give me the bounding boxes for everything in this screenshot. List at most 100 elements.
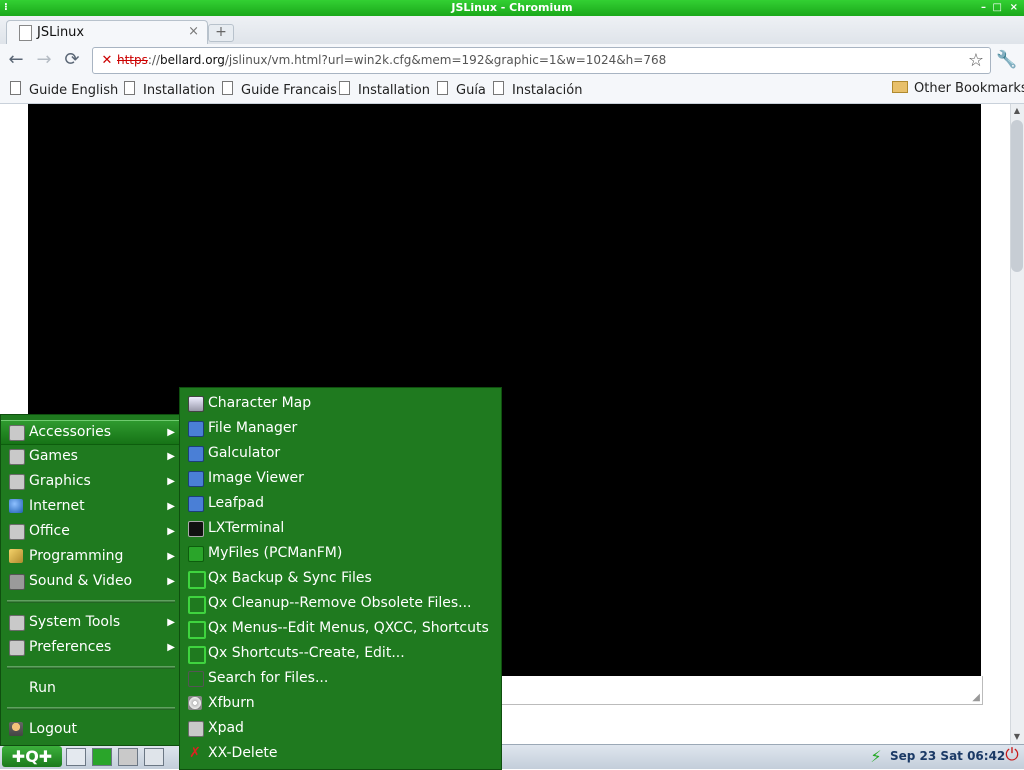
submenu-item-xx-delete[interactable]: ✗ XX-Delete xyxy=(180,741,501,765)
address-bar[interactable]: ✕ https://bellard.org/jslinux/vm.html?ur… xyxy=(92,47,991,74)
url-scheme: https xyxy=(117,53,148,67)
menu-item-sound-video[interactable]: Sound & Video ▶ xyxy=(1,570,179,593)
bookmark-installation-2[interactable]: Installation xyxy=(339,81,430,98)
clock[interactable]: Sep 23 Sat 06:42 xyxy=(890,749,1005,763)
gear-icon xyxy=(9,449,25,465)
new-tab-button[interactable]: + xyxy=(208,24,234,42)
bookmark-guide-francais[interactable]: Guide Francais xyxy=(222,81,337,98)
url-path: /jslinux/vm.html?url=win2k.cfg&mem=192&g… xyxy=(224,53,667,67)
submenu-item-galculator[interactable]: Galculator xyxy=(180,441,501,465)
wrench-menu-icon[interactable]: 🔧 xyxy=(996,49,1018,71)
submenu-item-image-viewer[interactable]: Image Viewer xyxy=(180,466,501,490)
menu-item-programming[interactable]: Programming ▶ xyxy=(1,545,179,568)
submenu-item-label: Image Viewer xyxy=(208,470,304,486)
submenu-item-qx-backup[interactable]: Qx Backup & Sync Files xyxy=(180,566,501,590)
page-icon xyxy=(10,81,21,95)
close-tab-icon[interactable]: × xyxy=(188,24,199,39)
url-separator: :// xyxy=(147,53,161,67)
menu-item-games[interactable]: Games ▶ xyxy=(1,445,179,468)
bookmark-label: Guide Francais xyxy=(241,83,337,98)
image-viewer-icon xyxy=(188,471,204,487)
bookmark-label: Installation xyxy=(143,83,216,98)
submenu-arrow-icon: ▶ xyxy=(167,501,175,512)
globe-icon xyxy=(9,499,23,513)
submenu-item-xpad[interactable]: Xpad xyxy=(180,716,501,740)
bookmark-instalacion[interactable]: Instalación xyxy=(493,81,582,98)
bookmark-installation[interactable]: Installation xyxy=(124,81,215,98)
submenu-item-qx-menus[interactable]: Qx Menus--Edit Menus, QXCC, Shortcuts xyxy=(180,616,501,640)
bookmark-label: Installation xyxy=(358,83,431,98)
menu-item-preferences[interactable]: Preferences ▶ xyxy=(1,636,179,659)
submenu-item-label: Leafpad xyxy=(208,495,265,511)
submenu-item-label: LXTerminal xyxy=(208,520,285,536)
forward-button[interactable]: → xyxy=(32,48,56,72)
scroll-down-icon[interactable]: ▼ xyxy=(1011,732,1023,741)
window-menu-icon[interactable]: ⁝ xyxy=(4,0,8,16)
other-bookmarks[interactable]: Other Bookmarks xyxy=(892,81,1024,96)
submenu-item-qx-shortcuts[interactable]: Qx Shortcuts--Create, Edit... xyxy=(180,641,501,665)
submenu-item-label: Qx Shortcuts--Create, Edit... xyxy=(208,645,405,661)
submenu-item-lxterminal[interactable]: LXTerminal xyxy=(180,516,501,540)
folder-icon xyxy=(188,546,204,562)
bookmark-guia[interactable]: Guía xyxy=(437,81,486,98)
delete-icon: ✗ xyxy=(189,745,201,761)
submenu-item-label: Xpad xyxy=(208,720,244,736)
menu-item-internet[interactable]: Internet ▶ xyxy=(1,495,179,518)
bookmark-label: Instalación xyxy=(512,83,583,98)
menu-item-graphics[interactable]: Graphics ▶ xyxy=(1,470,179,493)
submenu-item-leafpad[interactable]: Leafpad xyxy=(180,491,501,515)
ssl-error-icon[interactable]: ✕ xyxy=(99,53,115,69)
start-menu-button[interactable]: ✚Q✚ xyxy=(2,746,62,767)
submenu-item-qx-cleanup[interactable]: Qx Cleanup--Remove Obsolete Files... xyxy=(180,591,501,615)
reload-button[interactable]: ⟳ xyxy=(60,48,84,72)
scrollbar-thumb[interactable] xyxy=(1011,120,1023,272)
resize-grip-icon[interactable]: ◢ xyxy=(972,692,980,703)
search-icon xyxy=(188,671,204,687)
menu-item-office[interactable]: Office ▶ xyxy=(1,520,179,543)
menu-item-logout[interactable]: Logout xyxy=(1,718,179,741)
page-icon xyxy=(493,81,504,95)
back-button[interactable]: ← xyxy=(4,48,28,72)
leafpad-icon xyxy=(188,496,204,512)
network-icon[interactable]: ⚡ xyxy=(866,747,886,766)
submenu-item-character-map[interactable]: Character Map xyxy=(180,391,501,415)
show-desktop-icon[interactable] xyxy=(66,748,86,766)
submenu-item-label: Galculator xyxy=(208,445,281,461)
submenu-item-label: Qx Cleanup--Remove Obsolete Files... xyxy=(208,595,472,611)
media-icon xyxy=(9,574,25,590)
menu-item-system-tools[interactable]: System Tools ▶ xyxy=(1,611,179,634)
submenu-arrow-icon: ▶ xyxy=(167,427,175,438)
power-icon[interactable]: ⏻ xyxy=(1002,745,1022,765)
gear-icon xyxy=(9,615,25,631)
submenu-item-file-manager[interactable]: File Manager xyxy=(180,416,501,440)
submenu-arrow-icon: ▶ xyxy=(167,551,175,562)
xpad-icon xyxy=(188,721,204,737)
menu-item-label: Preferences xyxy=(29,639,112,655)
page-icon xyxy=(222,81,233,95)
url-text[interactable]: https://bellard.org/jslinux/vm.html?url=… xyxy=(117,53,666,67)
close-window-icon[interactable]: × xyxy=(1010,0,1018,16)
submenu-item-search-files[interactable]: Search for Files... xyxy=(180,666,501,690)
menu-item-accessories[interactable]: Accessories ▶ xyxy=(1,420,179,445)
maximize-icon[interactable]: □ xyxy=(993,0,1002,16)
tools-icon xyxy=(9,640,25,656)
bookmark-star-icon[interactable]: ☆ xyxy=(968,50,984,71)
bookmark-guide-english[interactable]: Guide English xyxy=(10,81,118,98)
bookmark-label: Guía xyxy=(456,83,486,98)
qx-icon xyxy=(188,571,206,589)
qx-icon xyxy=(188,596,206,614)
window-title-bar[interactable]: JSLinux - Chromium ⁝ – □ × xyxy=(0,0,1024,16)
menu-item-run[interactable]: Run xyxy=(1,677,179,700)
scroll-up-icon[interactable]: ▲ xyxy=(1011,106,1023,115)
settings-launcher-icon[interactable] xyxy=(118,748,138,766)
qx-icon xyxy=(188,646,206,664)
submenu-item-label: MyFiles (PCManFM) xyxy=(208,545,343,561)
menu-item-label: Sound & Video xyxy=(29,573,133,589)
tab-jslinux[interactable]: JSLinux × xyxy=(6,20,208,45)
minimize-icon[interactable]: – xyxy=(981,0,986,16)
submenu-item-myfiles[interactable]: MyFiles (PCManFM) xyxy=(180,541,501,565)
window-launcher-icon[interactable] xyxy=(144,748,164,766)
submenu-item-xfburn[interactable]: Xfburn xyxy=(180,691,501,715)
file-manager-launcher-icon[interactable] xyxy=(92,748,112,766)
logout-icon xyxy=(9,722,23,736)
